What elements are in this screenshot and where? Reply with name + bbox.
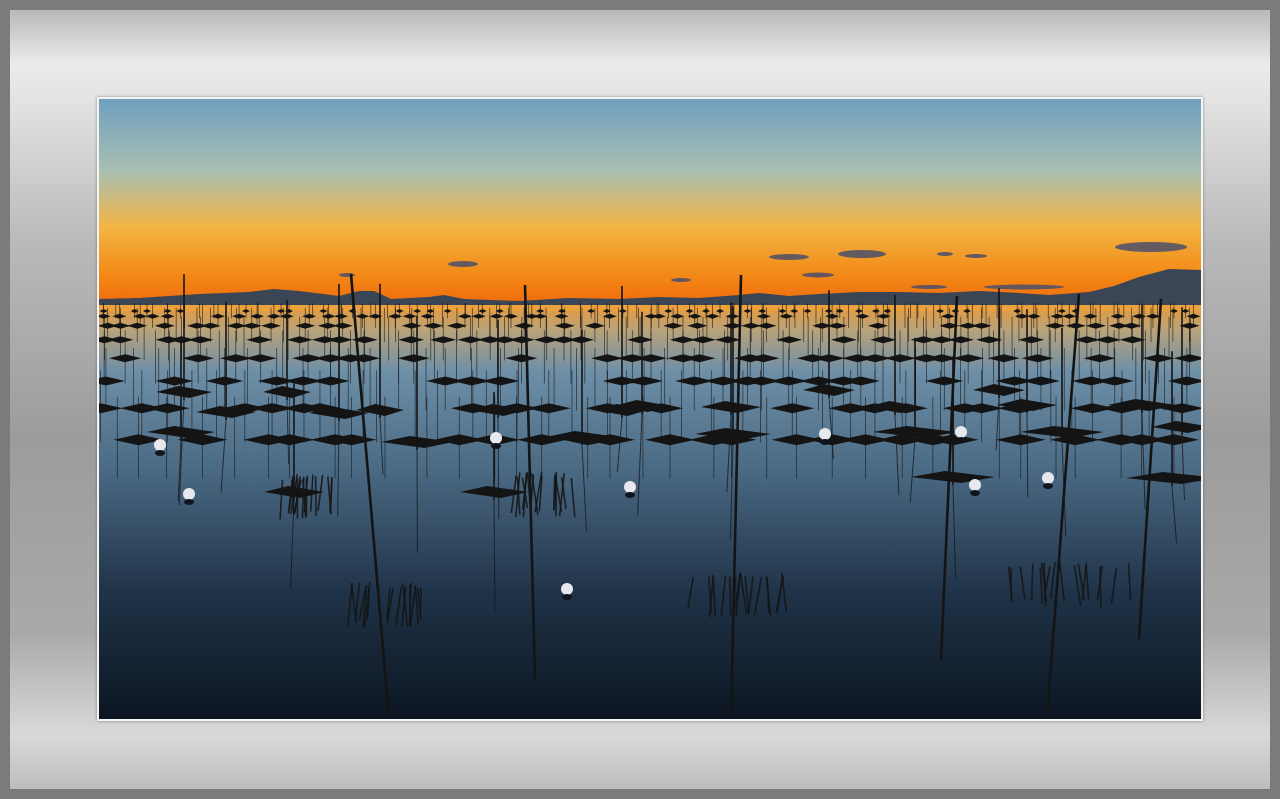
water: [99, 305, 1201, 719]
buoy-reflection: [155, 450, 165, 456]
buoy: [490, 432, 502, 444]
buoy: [561, 583, 573, 595]
photo: [97, 97, 1203, 721]
sky: [99, 99, 1201, 305]
landscape-photo: [99, 99, 1201, 719]
buoy-reflection: [820, 439, 830, 445]
buoy-reflection: [184, 499, 194, 505]
buoy: [1042, 472, 1054, 484]
buoy-reflection: [970, 490, 980, 496]
buoy: [955, 426, 967, 438]
buoy-reflection: [1043, 483, 1053, 489]
gray-gradient-frame: [0, 0, 1280, 799]
buoy: [969, 479, 981, 491]
buoy-reflection: [956, 437, 966, 443]
net-reflection: [409, 584, 412, 622]
buoy: [819, 428, 831, 440]
buoy: [154, 439, 166, 451]
buoy-reflection: [491, 443, 501, 449]
buoy: [183, 488, 195, 500]
buoy-reflection: [562, 594, 572, 600]
net-reflection: [1030, 563, 1034, 601]
net-reflection: [729, 576, 732, 617]
buoy-reflection: [625, 492, 635, 498]
buoy: [624, 481, 636, 493]
